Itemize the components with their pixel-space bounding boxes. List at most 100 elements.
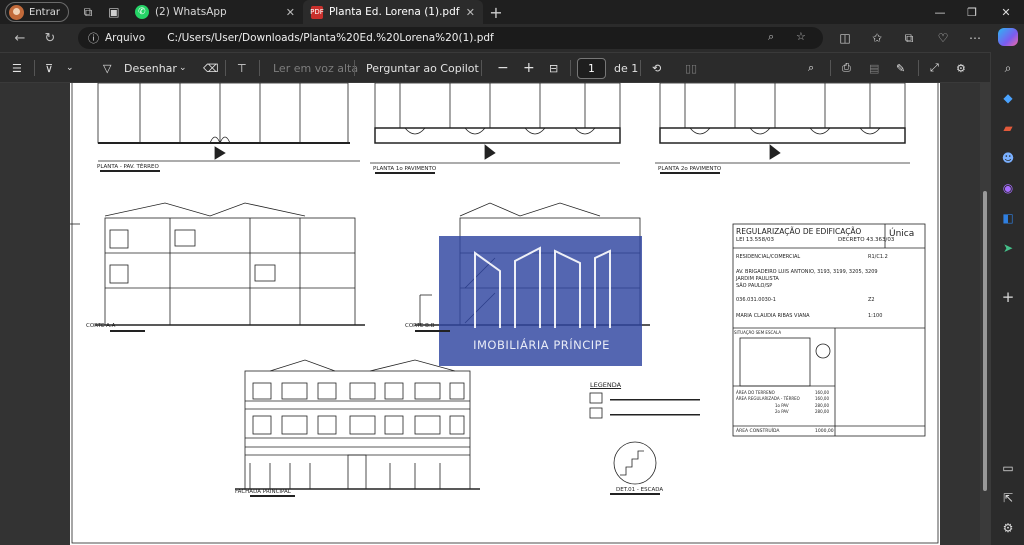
favorite-star-icon[interactable]: ☆ [796,30,806,43]
sidebar-panel-icon[interactable]: ▭ [998,458,1018,478]
vertical-tabs-icon[interactable]: ▣ [101,0,127,24]
divider [259,60,260,76]
contents-icon[interactable]: ☰ [12,53,22,83]
area-row-value: 160,00 [815,396,829,401]
divider [354,60,355,76]
outlook-icon[interactable]: ◧ [998,208,1018,228]
fullscreen-icon[interactable]: ⤢ [930,53,939,83]
ask-copilot-button[interactable]: Perguntar ao Copilot [366,53,479,83]
fit-page-icon[interactable]: ⊟ [549,53,558,83]
profile-label: Entrar [29,6,60,18]
zoom-out-icon[interactable]: − [497,53,509,83]
save-icon[interactable]: ▤ [869,53,879,83]
area-row-value: 280,00 [815,403,829,408]
vertical-scrollbar[interactable] [980,83,990,545]
close-tab-icon[interactable]: ✕ [286,6,295,19]
title-block-heading: REGULARIZAÇÃO DE EDIFICAÇÃO [736,227,862,236]
title-bar: Entrar ⧉ ▣ ✆ (2) WhatsApp ✕ PDF Planta E… [0,0,1024,24]
built-area-label: ÁREA CONSTRUÍDA [736,429,780,434]
scale-label: 1:100 [868,313,883,319]
contributor-number: 036.031.0030-1 [736,297,776,303]
zone-label: Z2 [868,297,875,303]
text-box-icon[interactable]: ⊤ [237,53,247,83]
minimize-icon[interactable]: — [924,0,956,24]
briefcase-icon[interactable]: ▰ [998,118,1018,138]
search-icon[interactable]: ⌕ [998,58,1018,78]
refresh-icon[interactable]: ↻ [35,24,65,52]
tab-label: (2) WhatsApp [154,6,227,18]
pdf-page: PLANTA - PAV. TÉRREO PLANTA 1o PAVIMENTO… [70,83,940,545]
info-icon[interactable]: ⓘ [88,30,99,46]
rotate-icon[interactable]: ⟲ [652,53,661,83]
workspaces-icon[interactable]: ⧉ [75,0,101,24]
decree-label: DECRETO 43.363/03 [838,237,895,243]
highlight-icon[interactable]: ⊽ [45,53,53,83]
divider [225,60,226,76]
restore-icon[interactable]: ❐ [956,0,988,24]
add-app-icon[interactable]: + [998,287,1018,307]
address-line-2: JARDIM PAULISTA [736,276,779,282]
facade-title: FACHADA PRINCIPAL [235,489,291,495]
print-icon[interactable]: ⎙ [842,53,851,83]
people-icon[interactable]: ☻ [998,148,1018,168]
section-b-title: CORTE B.B [405,323,435,329]
scrollbar-thumb[interactable] [983,191,987,491]
settings-icon[interactable]: ⚙ [956,53,966,83]
drop-icon[interactable]: ➤ [998,238,1018,258]
whatsapp-icon: ✆ [134,5,149,19]
profile-button[interactable]: Entrar [5,2,69,22]
situation-label: SITUAÇÃO SEM ESCALA [734,330,782,335]
zoom-icon[interactable]: ⌕ [768,30,774,44]
copilot-icon[interactable] [998,28,1018,46]
sidebar-settings-icon[interactable]: ⚙ [998,518,1018,538]
pdf-icon: PDF [310,5,324,19]
edge-sidebar: ⌕ ◆ ▰ ☻ ◉ ◧ ➤ + ▭ ⇱ ⚙ [990,52,1024,545]
law-label: LEI 13.558/03 [736,237,775,243]
eraser-icon[interactable]: ⌫ [203,53,219,83]
tab-whatsapp[interactable]: ✆ (2) WhatsApp ✕ [127,0,303,24]
new-tab-icon[interactable]: + [483,0,509,24]
plan-title-ground: PLANTA - PAV. TÉRREO [97,164,159,170]
plan-title-first: PLANTA 1o PAVIMENTO [373,166,437,172]
use-label: RESIDENCIAL/COMERCIAL [736,254,801,260]
close-window-icon[interactable]: ✕ [990,0,1022,24]
divider [570,60,571,76]
tag-icon[interactable]: ◆ [998,88,1018,108]
page-number-input[interactable]: 1 [577,58,606,79]
back-icon[interactable]: ← [5,24,35,52]
use-code: R1/C1.2 [868,254,888,260]
performance-icon[interactable]: ♡ [930,24,956,52]
area-row-value: 280,00 [815,409,829,414]
collections-icon[interactable]: ⧉ [896,24,922,52]
draw-icon[interactable]: ▽ [103,53,111,83]
section-a-title: CORTE A.A [86,323,116,329]
address-line-1: AV. BRIGADEIRO LUIS ANTONIO, 3193, 3199,… [736,269,878,275]
copilot-app-icon[interactable]: ◉ [998,178,1018,198]
favorites-icon[interactable]: ✩ [864,24,890,52]
pdf-toolbar: ☰ ⊽ ⌄ ▽ Desenhar ⌄ ⌫ ⊤ Ler em voz alta P… [0,52,990,83]
tab-pdf[interactable]: PDF Planta Ed. Lorena (1).pdf ✕ [302,0,483,24]
save-as-icon[interactable]: ✎ [896,53,905,83]
plan-title-second: PLANTA 2o PAVIMENTO [658,166,722,172]
external-link-icon[interactable]: ⇱ [998,488,1018,508]
highlight-dropdown-icon[interactable]: ⌄ [66,53,74,83]
tab-label: Planta Ed. Lorena (1).pdf [328,6,460,18]
address-field[interactable]: ⓘ Arquivo C:/Users/User/Downloads/Planta… [78,27,823,49]
draw-button[interactable]: Desenhar [124,53,177,83]
zoom-in-icon[interactable]: + [523,53,535,83]
close-tab-icon[interactable]: ✕ [466,6,475,19]
divider [830,60,831,76]
area-row-label: 1o PAV [775,403,789,408]
draw-dropdown-icon[interactable]: ⌄ [179,53,187,83]
pdf-viewer[interactable]: PLANTA - PAV. TÉRREO PLANTA 1o PAVIMENTO… [0,83,990,545]
divider [34,60,35,76]
page-total-label: de 1 [614,61,639,75]
read-aloud-button[interactable]: Ler em voz alta [273,53,358,83]
page-view-icon[interactable]: ▯▯ [685,53,697,83]
address-line-3: SÃO PAULO/SP [736,283,773,289]
split-screen-icon[interactable]: ◫ [832,24,858,52]
legend-title: LEGENDA [590,381,622,389]
search-icon[interactable]: ⌕ [808,53,814,83]
more-menu-icon[interactable]: ⋯ [962,24,988,52]
area-row-label: ÁREA DO TERRENO [736,390,775,395]
